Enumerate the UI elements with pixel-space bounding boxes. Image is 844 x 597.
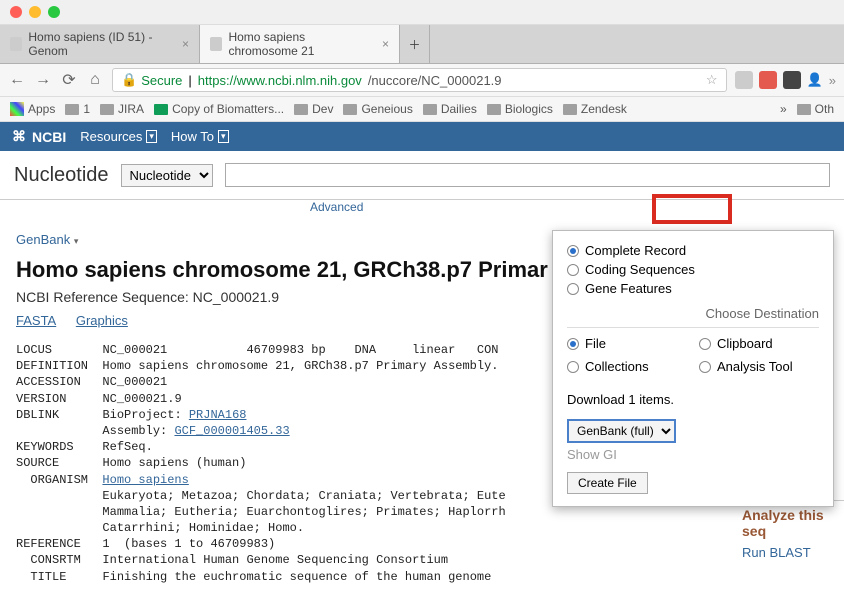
- close-tab-icon[interactable]: ×: [182, 37, 189, 51]
- bioproject-link[interactable]: PRJNA168: [189, 408, 247, 422]
- radio-collections[interactable]: Collections: [567, 359, 687, 374]
- bookmark-folder[interactable]: Dev: [294, 102, 333, 116]
- analyze-heading: Analyze this seq: [742, 507, 836, 539]
- url-input[interactable]: 🔒 Secure | https://www.ncbi.nlm.nih.gov/…: [112, 68, 727, 92]
- secure-badge: 🔒 Secure: [121, 72, 182, 88]
- resources-menu[interactable]: Resources▾: [80, 129, 157, 144]
- star-icon[interactable]: ☆: [706, 72, 718, 88]
- bookmark-folder[interactable]: 1: [65, 102, 90, 116]
- window-traffic-lights: [0, 0, 844, 25]
- howto-menu[interactable]: How To▾: [171, 129, 229, 144]
- radio-coding-sequences[interactable]: Coding Sequences: [567, 262, 819, 277]
- forward-icon[interactable]: →: [34, 71, 52, 89]
- bookmark-link[interactable]: Copy of Biomatters...: [154, 102, 284, 116]
- tab-genome[interactable]: Homo sapiens (ID 51) - Genom ×: [0, 25, 200, 63]
- chevron-down-icon: ▾: [218, 130, 229, 143]
- search-input[interactable]: [225, 163, 830, 187]
- profile-icon[interactable]: 👤: [807, 72, 823, 88]
- radio-gene-features[interactable]: Gene Features: [567, 281, 819, 296]
- run-blast-link[interactable]: Run BLAST: [742, 545, 836, 560]
- radio-analysis-tool[interactable]: Analysis Tool: [699, 359, 819, 374]
- ncbi-logo[interactable]: ⌘ NCBI: [12, 128, 66, 145]
- radio-icon: [699, 361, 711, 373]
- ncbi-header: ⌘ NCBI Resources▾ How To▾: [0, 122, 844, 151]
- extension-icon[interactable]: [759, 71, 777, 89]
- extension-icon[interactable]: [735, 71, 753, 89]
- chevron-right-icon[interactable]: »: [829, 73, 836, 88]
- favicon-icon: [10, 37, 22, 51]
- close-window-icon[interactable]: [10, 6, 22, 18]
- extension-icon[interactable]: [783, 71, 801, 89]
- chevron-down-icon: ▾: [146, 130, 157, 143]
- close-tab-icon[interactable]: ×: [382, 37, 389, 51]
- extension-icons: 👤 »: [735, 71, 836, 89]
- favicon-icon: [210, 37, 222, 51]
- organism-link[interactable]: Homo sapiens: [102, 473, 188, 487]
- other-bookmarks[interactable]: Oth: [797, 102, 834, 116]
- show-gi-label: Show GI: [567, 447, 819, 462]
- send-to-panel: Complete Record Coding Sequences Gene Fe…: [552, 230, 834, 507]
- bookmark-folder[interactable]: JIRA: [100, 102, 144, 116]
- chevron-right-icon[interactable]: »: [780, 102, 787, 116]
- home-icon[interactable]: ⌂: [86, 71, 104, 89]
- bookmark-folder[interactable]: Biologics: [487, 102, 553, 116]
- search-area: Nucleotide Nucleotide: [0, 151, 844, 200]
- create-file-button[interactable]: Create File: [567, 472, 648, 494]
- ncbi-logo-icon: ⌘: [12, 128, 26, 145]
- maximize-window-icon[interactable]: [48, 6, 60, 18]
- secure-label: Secure: [141, 73, 182, 88]
- radio-icon: [699, 338, 711, 350]
- reload-icon[interactable]: ⟳: [60, 70, 78, 90]
- graphics-link[interactable]: Graphics: [76, 313, 128, 328]
- format-dropdown[interactable]: GenBank ▾: [16, 232, 78, 247]
- radio-icon: [567, 338, 579, 350]
- bookmark-folder[interactable]: Geneious: [343, 102, 412, 116]
- format-select[interactable]: GenBank (full): [567, 419, 676, 443]
- advanced-link[interactable]: Advanced: [310, 200, 363, 214]
- download-items-label: Download 1 items.: [567, 392, 819, 407]
- right-rail-analyze: Analyze this seq Run BLAST: [734, 500, 844, 566]
- url-path: /nuccore/NC_000021.9: [368, 73, 502, 88]
- tab-title: Homo sapiens chromosome 21: [228, 30, 376, 58]
- radio-icon: [567, 264, 579, 276]
- minimize-window-icon[interactable]: [29, 6, 41, 18]
- fasta-link[interactable]: FASTA: [16, 313, 56, 328]
- radio-complete-record[interactable]: Complete Record: [567, 243, 819, 258]
- database-select[interactable]: Nucleotide: [121, 164, 213, 187]
- lock-icon: 🔒: [121, 72, 137, 88]
- radio-icon: [567, 245, 579, 257]
- apps-button[interactable]: Apps: [10, 102, 55, 116]
- browser-tabstrip: Homo sapiens (ID 51) - Genom × Homo sapi…: [0, 25, 844, 64]
- radio-icon: [567, 283, 579, 295]
- assembly-link[interactable]: GCF_000001405.33: [174, 424, 289, 438]
- highlight-sendto: [652, 194, 732, 224]
- back-icon[interactable]: ←: [8, 71, 26, 89]
- radio-icon: [567, 361, 579, 373]
- chevron-down-icon: ▾: [74, 236, 79, 246]
- radio-file[interactable]: File: [567, 336, 687, 351]
- bookmark-folder[interactable]: Zendesk: [563, 102, 627, 116]
- choose-destination-label: Choose Destination: [567, 306, 819, 321]
- tab-title: Homo sapiens (ID 51) - Genom: [28, 30, 176, 58]
- new-tab-button[interactable]: ＋: [400, 25, 430, 63]
- bookmark-folder[interactable]: Dailies: [423, 102, 477, 116]
- radio-clipboard[interactable]: Clipboard: [699, 336, 819, 351]
- bookmarks-bar: Apps 1 JIRA Copy of Biomatters... Dev Ge…: [0, 97, 844, 122]
- address-bar: ← → ⟳ ⌂ 🔒 Secure | https://www.ncbi.nlm.…: [0, 64, 844, 97]
- tab-nuccore[interactable]: Homo sapiens chromosome 21 ×: [200, 25, 400, 63]
- database-title: Nucleotide: [14, 164, 109, 187]
- url-host: https://www.ncbi.nlm.nih.gov: [198, 73, 362, 88]
